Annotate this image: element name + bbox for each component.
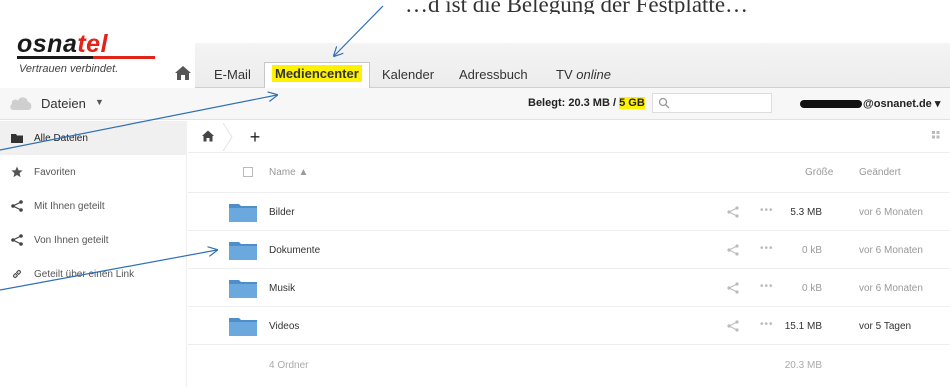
chevron-down-icon[interactable]: ▼ xyxy=(95,97,104,107)
storage-quota: Belegt: 20.3 MB / 5 GB xyxy=(528,97,645,109)
file-list-header: Name ▲ Größe Geändert xyxy=(188,153,950,193)
file-name[interactable]: Musik xyxy=(269,283,295,294)
search-box[interactable] xyxy=(652,93,772,113)
tab-kalender[interactable]: Kalender xyxy=(382,68,434,88)
sidebar-item-geteilt-ueber-link[interactable]: Geteilt über einen Link xyxy=(0,257,187,291)
file-list-summary: 4 Ordner 20.3 MB xyxy=(188,346,950,384)
top-navigation-bar: …d ist die Belegung der Festplatte… osna… xyxy=(0,0,950,89)
breadcrumb-separator-icon xyxy=(222,123,233,151)
account-domain: @osnanet.de xyxy=(863,98,932,110)
tab-tv-online[interactable]: TV online xyxy=(556,68,611,88)
column-header-size[interactable]: Größe xyxy=(805,167,833,178)
home-icon[interactable] xyxy=(174,64,192,82)
share-icon[interactable] xyxy=(727,320,739,332)
folder-count: 4 Ordner xyxy=(269,360,309,371)
share-icon[interactable] xyxy=(727,206,739,218)
tab-online-label: online xyxy=(576,67,611,82)
file-list-panel: + Name ▲ Größe Geändert Bilder ••• 5.3 M… xyxy=(188,121,950,387)
file-size: 5.3 MB xyxy=(790,207,822,218)
grid-view-icon[interactable] xyxy=(932,131,944,143)
more-options-icon[interactable]: ••• xyxy=(760,205,774,216)
file-size: 0 kB xyxy=(801,245,822,256)
cloud-icon xyxy=(10,97,32,110)
home-icon[interactable] xyxy=(201,129,215,143)
search-icon xyxy=(658,97,670,109)
file-name[interactable]: Dokumente xyxy=(269,245,320,256)
sidebar-item-alle-dateien[interactable]: Alle Dateien xyxy=(0,121,187,155)
sidebar-item-label: Favoriten xyxy=(34,167,76,178)
account-menu[interactable]: @osnanet.de ▾ xyxy=(800,97,940,110)
tab-adressbuch[interactable]: Adressbuch xyxy=(459,68,528,88)
folder-icon xyxy=(229,318,257,336)
column-header-name[interactable]: Name ▲ xyxy=(269,167,308,178)
search-input[interactable] xyxy=(652,93,772,113)
column-header-changed[interactable]: Geändert xyxy=(859,167,901,178)
brand-name-part1: osna xyxy=(17,30,78,58)
file-row-bilder[interactable]: Bilder ••• 5.3 MB vor 6 Monaten xyxy=(188,193,950,231)
file-changed: vor 6 Monaten xyxy=(859,245,923,256)
sidebar: Alle Dateien Favoriten Mit Ihnen geteilt… xyxy=(0,121,187,387)
sidebar-item-label: Geteilt über einen Link xyxy=(34,269,135,280)
file-changed: vor 6 Monaten xyxy=(859,283,923,294)
select-all-checkbox[interactable] xyxy=(243,167,253,177)
file-row-videos[interactable]: Videos ••• 15.1 MB vor 5 Tagen xyxy=(188,307,950,345)
quota-used: Belegt: 20.3 MB / xyxy=(528,97,617,109)
share-icon[interactable] xyxy=(727,282,739,294)
sidebar-item-von-ihnen-geteilt[interactable]: Von Ihnen geteilt xyxy=(0,223,187,257)
folder-icon xyxy=(11,134,23,143)
file-changed: vor 5 Tagen xyxy=(859,321,912,332)
file-size: 0 kB xyxy=(801,283,822,294)
sidebar-item-label: Alle Dateien xyxy=(34,133,88,144)
sidebar-item-label: Mit Ihnen geteilt xyxy=(34,201,105,212)
tab-email[interactable]: E-Mail xyxy=(214,68,251,88)
sidebar-item-label: Von Ihnen geteilt xyxy=(34,235,109,246)
file-changed: vor 6 Monaten xyxy=(859,207,923,218)
breadcrumb: + xyxy=(188,121,950,153)
quota-total: 5 GB xyxy=(619,97,645,109)
file-name[interactable]: Bilder xyxy=(269,207,295,218)
app-header: Dateien ▼ Belegt: 20.3 MB / 5 GB @osnane… xyxy=(0,88,950,120)
brand-slogan: Vertrauen verbindet. xyxy=(19,63,119,75)
share-icon[interactable] xyxy=(727,244,739,256)
chevron-down-icon: ▾ xyxy=(934,98,941,110)
file-row-musik[interactable]: Musik ••• 0 kB vor 6 Monaten xyxy=(188,269,950,307)
link-icon xyxy=(12,269,22,279)
share-icon xyxy=(11,200,23,212)
tab-mediencenter-label: Mediencenter xyxy=(272,65,362,82)
brand-name-part2: tel xyxy=(77,30,109,58)
sidebar-item-favoriten[interactable]: Favoriten xyxy=(0,155,187,189)
brand-underline xyxy=(17,56,155,59)
file-name[interactable]: Videos xyxy=(269,321,299,332)
file-size: 15.1 MB xyxy=(784,321,822,332)
tab-tv-label: TV xyxy=(556,67,573,82)
share-icon xyxy=(11,234,23,246)
more-options-icon[interactable]: ••• xyxy=(760,319,774,330)
more-options-icon[interactable]: ••• xyxy=(760,281,774,292)
brand-wordmark: osnatel xyxy=(17,30,177,58)
total-size: 20.3 MB xyxy=(784,360,822,371)
folder-icon xyxy=(229,204,257,222)
redacted-username xyxy=(800,100,862,109)
file-row-dokumente[interactable]: Dokumente ••• 0 kB vor 6 Monaten xyxy=(188,231,950,269)
new-button[interactable]: + xyxy=(244,127,266,147)
sidebar-item-mit-ihnen-geteilt[interactable]: Mit Ihnen geteilt xyxy=(0,189,187,223)
annotation-caption: …d ist die Belegung der Festplatte… xyxy=(405,0,749,14)
folder-icon xyxy=(229,242,257,260)
app-title[interactable]: Dateien xyxy=(41,96,86,111)
folder-icon xyxy=(229,280,257,298)
tab-mediencenter[interactable]: Mediencenter xyxy=(264,62,370,89)
more-options-icon[interactable]: ••• xyxy=(760,243,774,254)
star-icon xyxy=(11,166,23,178)
brand-logo[interactable]: osnatel Vertrauen verbindet. xyxy=(17,30,177,78)
